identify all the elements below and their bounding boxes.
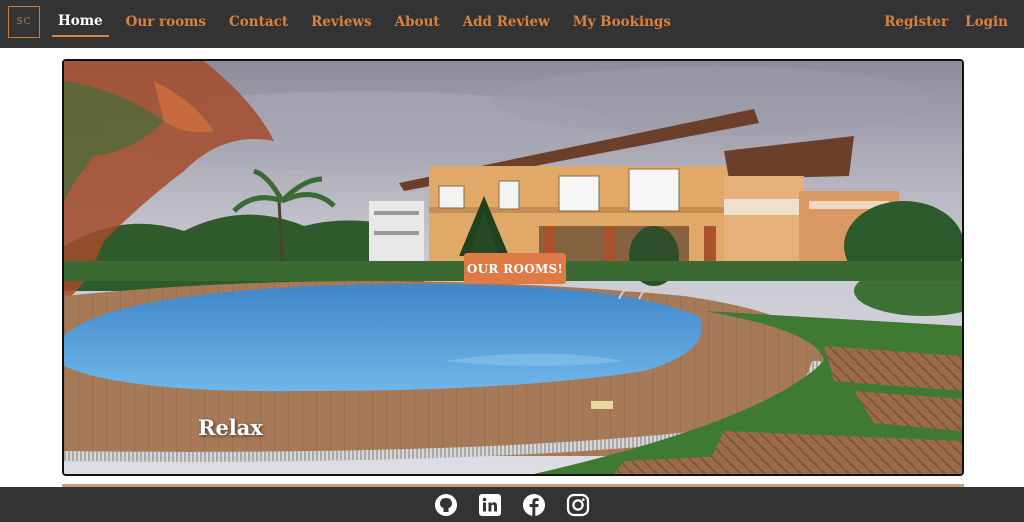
nav-links: Home Our rooms Contact Reviews About Add… [52, 0, 688, 44]
github-icon[interactable] [434, 493, 458, 517]
navbar: SC Home Our rooms Contact Reviews About … [0, 0, 1024, 48]
auth-links: Register Login [873, 0, 1014, 44]
nav-reviews-link[interactable]: Reviews [305, 12, 378, 36]
nav-my-bookings-link[interactable]: My Bookings [567, 12, 677, 36]
nav-our-rooms-link[interactable]: Our rooms [120, 12, 212, 36]
nav-contact-link[interactable]: Contact [223, 12, 294, 36]
hero-carousel: OUR ROOMS! Relax [62, 59, 964, 476]
carousel-caption: Relax [198, 415, 263, 440]
nav-about-link[interactable]: About [389, 12, 446, 36]
register-link[interactable]: Register [878, 12, 954, 36]
linkedin-icon[interactable] [478, 493, 502, 517]
login-link[interactable]: Login [959, 12, 1014, 36]
facebook-icon[interactable] [522, 493, 546, 517]
nav-add-review-link[interactable]: Add Review [457, 12, 556, 36]
nav-home-link[interactable]: Home [52, 11, 109, 37]
instagram-icon[interactable] [566, 493, 590, 517]
our-rooms-button[interactable]: OUR ROOMS! [464, 253, 566, 284]
site-logo[interactable]: SC [8, 6, 40, 38]
footer [0, 487, 1024, 522]
